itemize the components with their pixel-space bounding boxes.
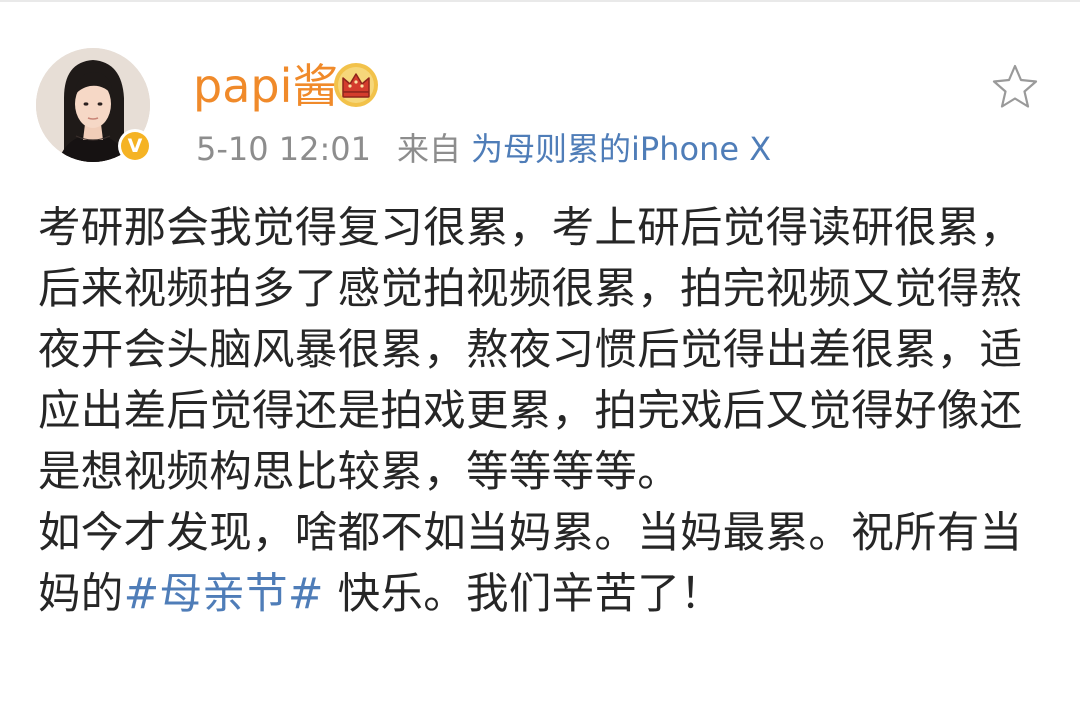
favorite-star-icon[interactable] xyxy=(990,63,1040,111)
verified-badge-icon: V xyxy=(118,129,152,163)
source-prefix: 来自 xyxy=(397,130,462,168)
crown-icon[interactable] xyxy=(332,61,380,109)
post-timestamp: 5-10 12:01 xyxy=(196,130,372,168)
post-source-link[interactable]: 为母则累的iPhone X xyxy=(471,130,771,168)
post-paragraph-2: 如今才发现，啥都不如当妈累。当妈最累。祝所有当妈的#母亲节# 快乐。我们辛苦了！ xyxy=(38,503,1053,625)
paragraph-2-text-after: 快乐。我们辛苦了！ xyxy=(323,570,723,619)
post-content: 考研那会我觉得复习很累，考上研后觉得读研很累，后来视频拍多了感觉拍视频很累，拍完… xyxy=(38,198,1053,625)
post-paragraph-1: 考研那会我觉得复习很累，考上研后觉得读研很累，后来视频拍多了感觉拍视频很累，拍完… xyxy=(38,204,1023,497)
author-name[interactable]: papi酱 xyxy=(193,58,338,114)
verified-v-icon: V xyxy=(121,132,149,160)
mothers-day-hashtag-link[interactable]: #母亲节# xyxy=(124,570,324,619)
post-meta: 5-10 12:01 来自 为母则累的iPhone X xyxy=(196,128,771,170)
top-divider xyxy=(0,0,1080,2)
